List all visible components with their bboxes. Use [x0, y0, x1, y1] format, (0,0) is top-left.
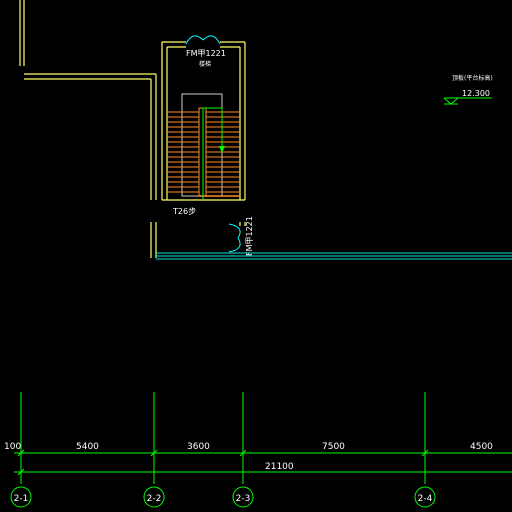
top-door: [185, 35, 221, 45]
stair-flight: [167, 93, 240, 200]
cyan-beam: [156, 252, 512, 260]
axis-bubbles: 2-1 2-2 2-3 2-4: [10, 486, 436, 508]
side-door: [228, 223, 241, 253]
dim-value-3: 7500: [322, 442, 345, 452]
step-count-label: T26步: [172, 207, 196, 216]
axis-bubble-2-1: 2-1: [10, 486, 32, 508]
door-tag-top: FM甲1221: [186, 49, 226, 58]
cad-drawing-canvas: FM甲1221 楼梯 T26步 FM甲1221 顶板(平台标高) 12.300: [4, 0, 512, 508]
dim-value-1: 5400: [76, 442, 99, 452]
dim-edge-value: 100: [4, 442, 21, 452]
stair-label: 楼梯: [199, 60, 211, 68]
axis-label-2-4: 2-4: [418, 494, 433, 504]
elevation-triangle: [443, 97, 459, 105]
dim-total-value: 21100: [265, 462, 294, 472]
walls: [19, 0, 246, 258]
axis-bubble-2-4: 2-4: [414, 486, 436, 508]
axis-label-2-1: 2-1: [14, 494, 29, 504]
dim-value-2: 3600: [187, 442, 210, 452]
side-door-arc-bottom: [228, 237, 241, 253]
elevation-value: 12.300: [462, 89, 490, 98]
axis-bubble-2-3: 2-3: [232, 486, 254, 508]
axis-label-2-3: 2-3: [236, 494, 251, 504]
side-door-arc-top: [228, 223, 241, 239]
elevation-label: 顶板(平台标高): [452, 74, 493, 82]
door-arc-left: [185, 35, 204, 45]
axis-label-2-2: 2-2: [147, 494, 162, 504]
elevation-marker: 顶板(平台标高) 12.300: [443, 74, 493, 105]
stair-well-outline: [181, 93, 223, 197]
dimension-lines: [14, 449, 512, 476]
dim-value-4: 4500: [470, 442, 493, 452]
door-arc-right: [202, 35, 221, 45]
axis-bubble-2-2: 2-2: [143, 486, 165, 508]
axis-lines: [20, 392, 426, 484]
door-tag-side: FM甲1221: [245, 216, 254, 256]
